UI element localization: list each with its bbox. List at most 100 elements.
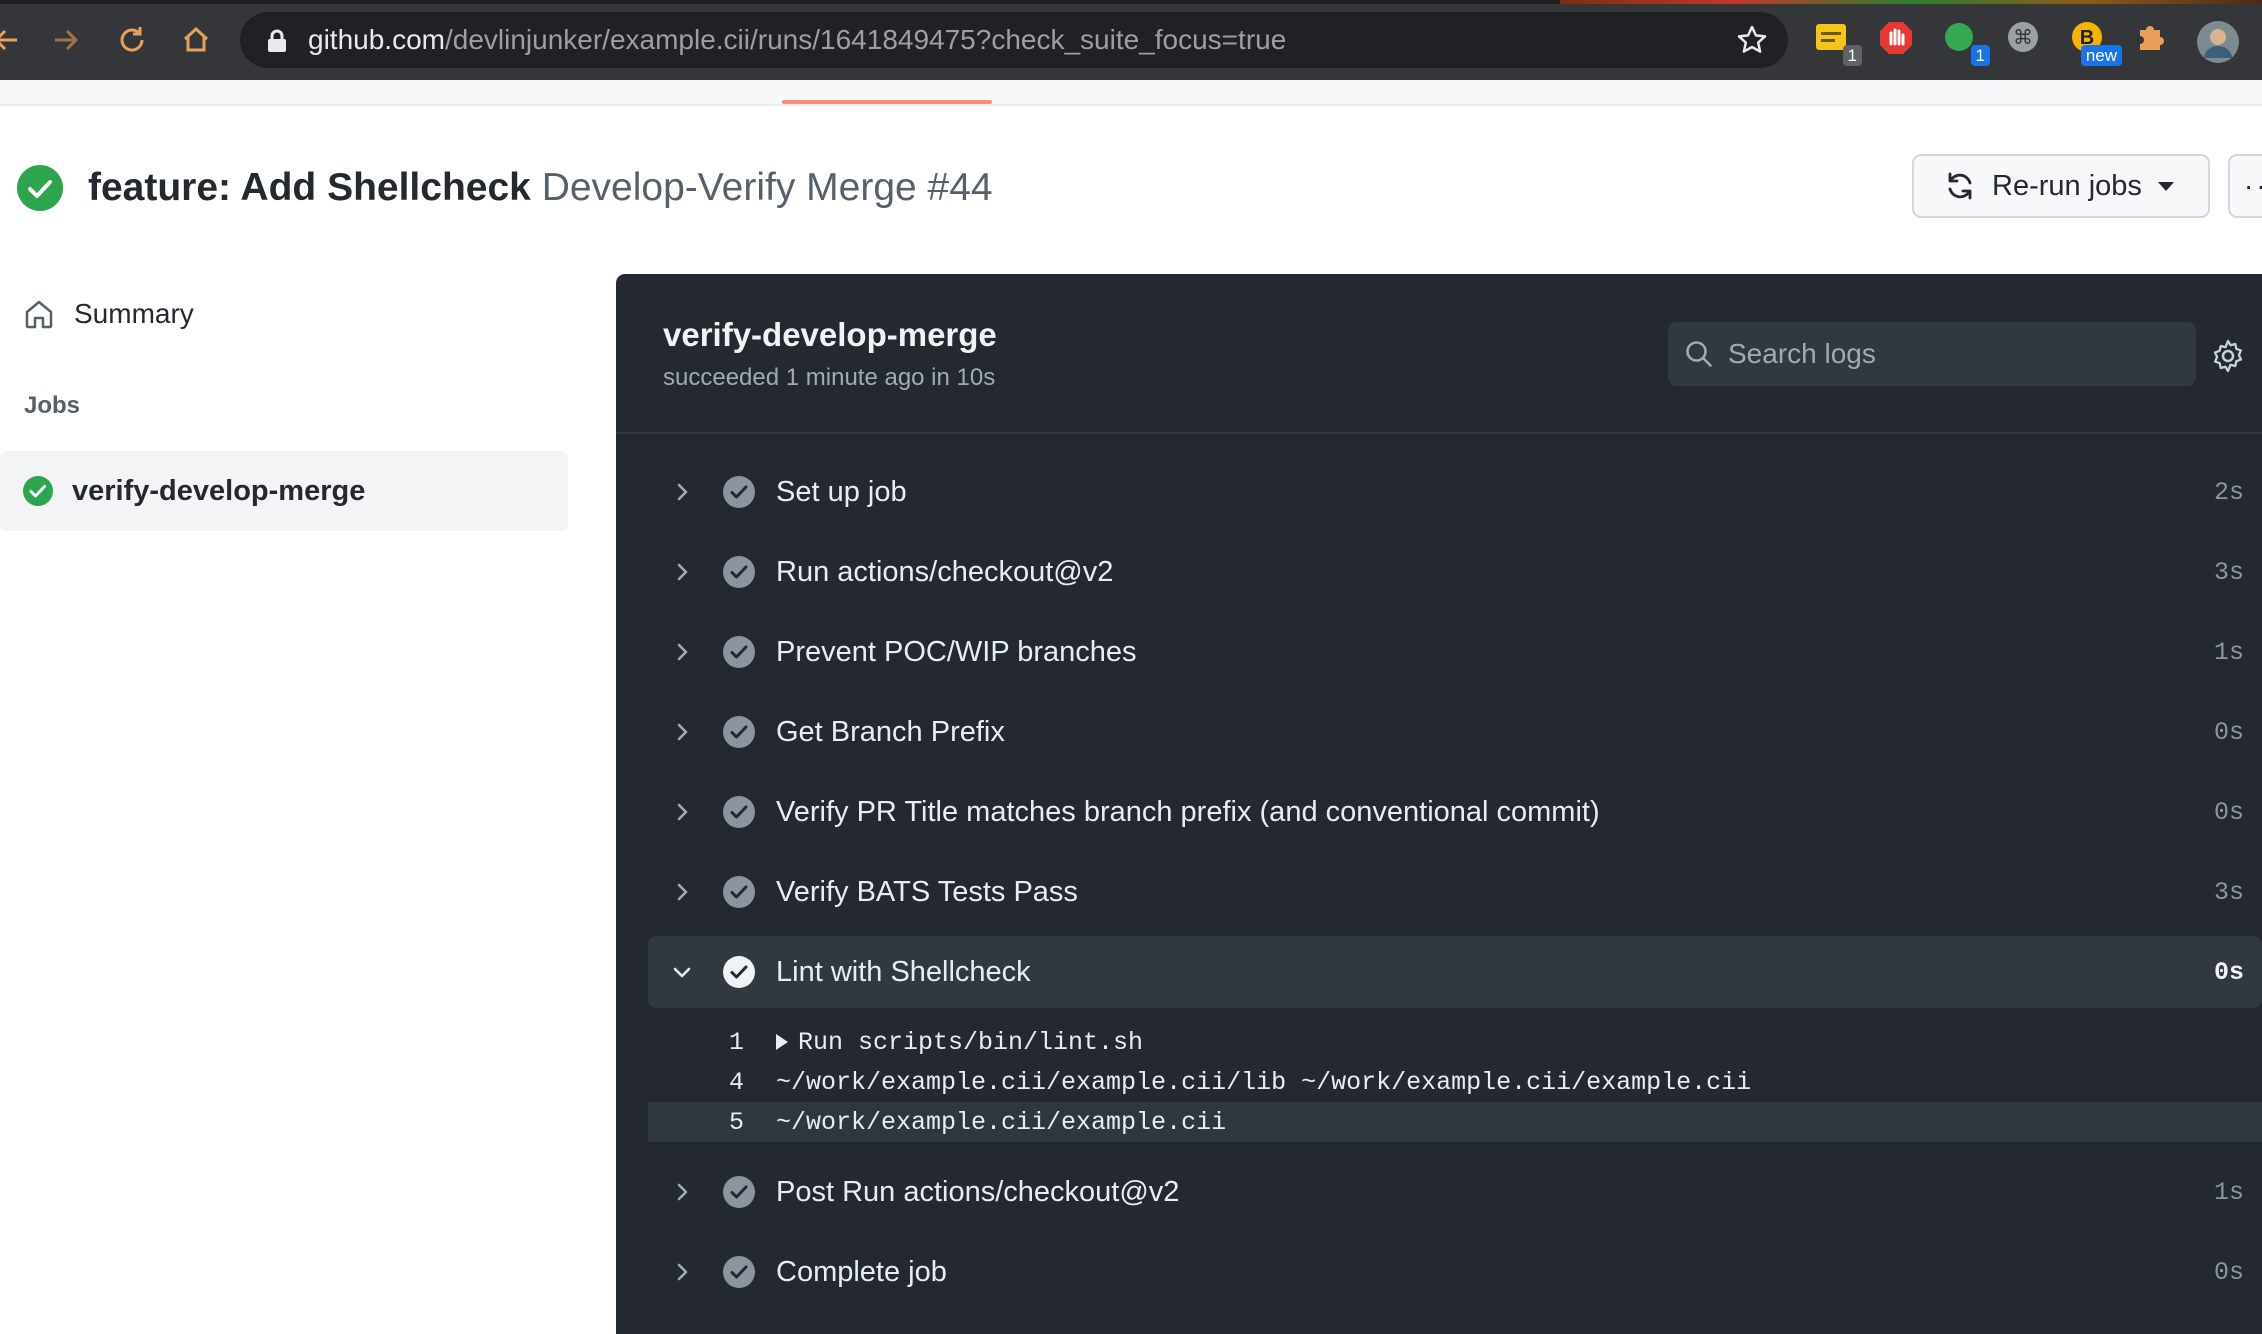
step-name: Post Run actions/checkout@v2 (776, 1175, 1180, 1208)
rerun-jobs-label: Re-run jobs (1992, 169, 2142, 202)
b-extension-icon[interactable]: B new (2070, 20, 2122, 66)
step-success-icon (722, 475, 756, 509)
log-line-number[interactable]: 5 (648, 1108, 744, 1137)
step-name: Set up job (776, 475, 907, 508)
search-icon (1686, 341, 1712, 367)
workflow-run-name[interactable]: Develop-Verify Merge #44 (542, 166, 993, 209)
chevron-right-icon[interactable] (660, 1170, 704, 1214)
step-duration: 0s (2213, 717, 2244, 747)
sidebar-item-job[interactable]: verify-develop-merge (0, 451, 568, 531)
log-text: ~/work/example.cii/example.cii (776, 1107, 1227, 1137)
step-success-icon (722, 555, 756, 589)
divider (616, 432, 2262, 434)
address-bar[interactable]: github.com/devlinjunker/example.cii/runs… (240, 12, 1788, 68)
chevron-right-icon[interactable] (660, 550, 704, 594)
log-line-number[interactable]: 1 (648, 1028, 744, 1057)
adblock-extension-icon[interactable] (1878, 20, 1918, 60)
more-options-button[interactable]: ·· (2228, 154, 2262, 218)
search-logs-field[interactable] (1668, 322, 2196, 386)
success-check-icon (17, 165, 63, 211)
job-step[interactable]: Verify BATS Tests Pass 3s (648, 852, 2262, 932)
home-icon[interactable] (176, 20, 216, 60)
log-line-text: Run scripts/bin/lint.sh (776, 1028, 1143, 1057)
forward-icon[interactable] (46, 20, 86, 60)
step-name: Lint with Shellcheck (776, 955, 1031, 988)
step-success-icon (722, 715, 756, 749)
step-success-icon (722, 875, 756, 909)
chevron-right-icon[interactable] (660, 790, 704, 834)
step-duration: 3s (2213, 877, 2244, 907)
chevron-down-icon[interactable] (660, 950, 704, 994)
job-step[interactable]: Complete job 0s (648, 1232, 2262, 1312)
log-line-text: ~/work/example.cii/example.cii (776, 1108, 1226, 1137)
triangle-right-icon[interactable] (776, 1033, 788, 1050)
step-name: Get Branch Prefix (776, 715, 1005, 748)
job-step[interactable]: Post Run actions/checkout@v2 1s (648, 1152, 2262, 1232)
gear-icon[interactable] (2210, 338, 2246, 374)
back-icon[interactable] (0, 20, 26, 60)
log-line[interactable]: 5 ~/work/example.cii/example.cii (648, 1102, 2262, 1142)
step-log: 1 Run scripts/bin/lint.sh 4 ~/work/example.… (648, 1012, 2262, 1152)
svg-text:⌘: ⌘ (2013, 25, 2033, 49)
job-step[interactable]: Set up job 2s (648, 452, 2262, 532)
puzzle-extensions-icon[interactable] (2134, 20, 2174, 60)
job-step[interactable]: Lint with Shellcheck 0s (648, 936, 2262, 1008)
job-step[interactable]: Verify PR Title matches branch prefix (a… (648, 772, 2262, 852)
step-duration: 3s (2213, 557, 2244, 587)
sync-icon (1948, 172, 1972, 200)
success-check-icon (23, 476, 53, 506)
notes-extension-icon[interactable]: 1 (1814, 20, 1862, 66)
profile-avatar[interactable] (2196, 20, 2239, 63)
step-duration: 0s (2213, 957, 2244, 987)
step-success-icon (722, 955, 756, 989)
step-duration: 1s (2213, 637, 2244, 667)
log-line-number[interactable]: 4 (648, 1068, 744, 1097)
bookmark-star-icon[interactable] (1736, 24, 1768, 56)
command-extension-icon[interactable]: ⌘ (2006, 20, 2046, 60)
repo-tab-bar (0, 80, 2262, 106)
lock-icon[interactable] (266, 29, 288, 53)
search-logs-input[interactable] (1728, 338, 2188, 370)
extension-badge: 1 (1970, 45, 1990, 66)
step-name: Prevent POC/WIP branches (776, 635, 1137, 668)
job-title: verify-develop-merge (663, 316, 997, 353)
reload-icon[interactable] (112, 20, 152, 60)
step-success-icon (722, 635, 756, 669)
job-step[interactable]: Run actions/checkout@v2 3s (648, 532, 2262, 612)
chevron-right-icon[interactable] (660, 710, 704, 754)
browser-toolbar: github.com/devlinjunker/example.cii/runs… (0, 0, 2262, 80)
tab-strip (0, 0, 2262, 4)
job-step[interactable]: Prevent POC/WIP branches 1s (648, 612, 2262, 692)
step-success-icon (722, 1255, 756, 1289)
rerun-jobs-button[interactable]: Re-run jobs (1912, 154, 2210, 218)
step-name: Verify PR Title matches branch prefix (a… (776, 795, 1600, 828)
commit-title: feature: Add Shellcheck (88, 166, 531, 209)
chevron-right-icon[interactable] (660, 470, 704, 514)
url-text[interactable]: github.com/devlinjunker/example.cii/runs… (308, 12, 1286, 68)
step-name: Complete job (776, 1255, 947, 1288)
step-duration: 2s (2213, 477, 2244, 507)
sidebar-item-label: verify-develop-merge (72, 474, 366, 507)
chevron-right-icon[interactable] (660, 630, 704, 674)
extension-badge: new (2080, 45, 2122, 66)
steps-list: Set up job 2s Run actions/checkout@v2 3s Pre… (648, 452, 2262, 1312)
step-duration: 1s (2213, 1177, 2244, 1207)
sidebar-item-summary[interactable]: Summary (0, 286, 568, 342)
chevron-right-icon[interactable] (660, 1250, 704, 1294)
job-status-text: succeeded 1 minute ago in 10s (663, 364, 996, 391)
chevron-down-icon (2157, 181, 2174, 191)
chevron-right-icon[interactable] (660, 870, 704, 914)
job-log-panel: verify-develop-merge succeeded 1 minute … (616, 274, 2262, 1334)
step-success-icon (722, 1175, 756, 1209)
extension-badge: 1 (1842, 45, 1862, 66)
kebab-icon: ·· (2244, 170, 2262, 201)
step-name: Verify BATS Tests Pass (776, 875, 1078, 908)
step-duration: 0s (2213, 797, 2244, 827)
log-line-text: ~/work/example.cii/example.cii/lib ~/wor… (776, 1068, 1751, 1097)
step-success-icon (722, 795, 756, 829)
log-text: ~/work/example.cii/example.cii/lib ~/wor… (776, 1067, 1752, 1097)
job-step[interactable]: Get Branch Prefix 0s (648, 692, 2262, 772)
green-circle-extension-icon[interactable]: 1 (1942, 20, 1990, 66)
log-line[interactable]: 4 ~/work/example.cii/example.cii/lib ~/wo… (648, 1062, 2262, 1102)
log-line[interactable]: 1 Run scripts/bin/lint.sh (648, 1022, 2262, 1062)
